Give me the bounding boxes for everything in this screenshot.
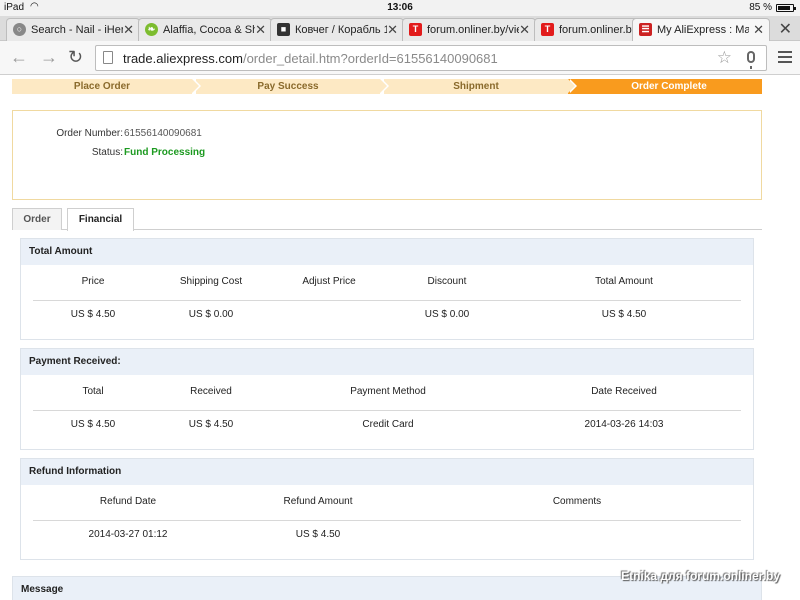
tab-order[interactable]: Order xyxy=(12,208,62,230)
battery-icon xyxy=(776,4,796,12)
column-header: Payment Method xyxy=(350,386,426,397)
browser-tab[interactable]: T forum.onliner.by/view ✕ xyxy=(402,18,536,41)
section-title: Payment Received: xyxy=(21,349,753,375)
divider xyxy=(33,520,741,521)
column-header: Total Amount xyxy=(595,276,653,287)
table-cell: 2014-03-27 01:12 xyxy=(88,529,168,540)
close-icon[interactable]: ✕ xyxy=(753,22,764,38)
column-header: Refund Date xyxy=(99,496,157,507)
browser-tab[interactable]: ❧ Alaffia, Cocoa & She ✕ xyxy=(138,18,272,41)
reload-icon[interactable]: ↻ xyxy=(68,47,83,68)
column-header: Received xyxy=(190,386,232,397)
table-cell: 2014-03-26 14:03 xyxy=(584,419,664,430)
divider xyxy=(33,410,741,411)
close-icon[interactable]: ✕ xyxy=(519,22,530,38)
column-header: Date Received xyxy=(591,386,657,397)
address-bar[interactable]: trade.aliexpress.com/order_detail.htm?or… xyxy=(95,45,767,71)
detail-tabs: Order Financial xyxy=(12,208,762,231)
section-title: Refund Information xyxy=(21,459,753,485)
browser-tab-active[interactable]: ☰ My AliExpress : Man ✕ xyxy=(632,18,770,42)
close-icon[interactable]: ✕ xyxy=(387,22,398,38)
order-status-value: Fund Processing xyxy=(124,147,206,158)
device-status-bar: iPad ◠ 13:06 85 % xyxy=(0,0,800,16)
clapper-icon: ■ xyxy=(277,23,290,36)
browser-tab-label: Alaffia, Cocoa & She xyxy=(163,24,255,36)
table-cell: US $ 4.50 xyxy=(188,419,234,430)
column-header: Discount xyxy=(427,276,467,287)
table-cell: US $ 4.50 xyxy=(601,309,647,320)
refund-information-section: Refund Information Refund Date Refund Am… xyxy=(20,458,754,560)
globe-icon: ○ xyxy=(13,23,26,36)
browser-tab-label: My AliExpress : Man xyxy=(657,24,749,36)
close-window-icon[interactable]: ✕ xyxy=(779,19,792,39)
onliner-icon: T xyxy=(409,23,422,36)
leaf-icon: ❧ xyxy=(145,23,158,36)
total-amount-section: Total Amount Price Shipping Cost Adjust … xyxy=(20,238,754,340)
column-header: Comments xyxy=(552,496,602,507)
onliner-icon: T xyxy=(541,23,554,36)
browser-tab-label: Search - Nail - iHerb xyxy=(31,24,123,36)
order-progress-steps: Place Order Pay Success Shipment Order C… xyxy=(12,79,762,94)
clock: 13:06 xyxy=(387,2,413,13)
payment-received-section: Payment Received: Total Received Payment… xyxy=(20,348,754,450)
divider xyxy=(33,300,741,301)
browser-tab-strip: ○ Search - Nail - iHerb ✕ ❧ Alaffia, Coc… xyxy=(0,16,800,42)
order-number-value: 61556140090681 xyxy=(124,128,202,139)
forward-icon[interactable]: → xyxy=(40,47,58,68)
step-order-complete: Order Complete xyxy=(568,79,762,94)
back-icon[interactable]: ← xyxy=(10,47,28,68)
browser-tab-label: forum.onliner.by/view xyxy=(427,24,519,36)
browser-tab[interactable]: ○ Search - Nail - iHerb ✕ xyxy=(6,18,140,41)
table-cell: US $ 0.00 xyxy=(424,309,470,320)
table-cell: Credit Card xyxy=(362,419,414,430)
close-icon[interactable]: ✕ xyxy=(123,22,134,38)
section-title: Total Amount xyxy=(21,239,753,265)
page-icon xyxy=(103,51,113,64)
browser-tab[interactable]: ■ Ковчег / Корабль 1 ✕ xyxy=(270,18,404,41)
battery-percent: 85 % xyxy=(749,2,772,13)
column-header: Refund Amount xyxy=(283,496,353,507)
close-icon[interactable]: ✕ xyxy=(255,22,266,38)
browser-toolbar: ← → ↻ trade.aliexpress.com/order_detail.… xyxy=(0,41,800,75)
bookmark-star-icon[interactable]: ☆ xyxy=(717,48,732,68)
tab-financial[interactable]: Financial xyxy=(67,208,134,231)
microphone-icon[interactable] xyxy=(747,51,755,69)
cart-icon: ☰ xyxy=(639,23,652,36)
table-cell: US $ 4.50 xyxy=(295,529,341,540)
step-place-order: Place Order xyxy=(12,79,201,94)
order-summary-box: Order Number: 61556140090681 Status: Fun… xyxy=(12,110,762,200)
url-text[interactable]: trade.aliexpress.com/order_detail.htm?or… xyxy=(123,51,498,66)
order-status-label: Status: xyxy=(91,147,123,158)
order-number-label: Order Number: xyxy=(56,128,123,139)
menu-icon[interactable] xyxy=(778,51,792,66)
step-shipment: Shipment xyxy=(384,79,577,94)
browser-tab-label: Ковчег / Корабль 1 xyxy=(295,24,387,36)
table-cell: US $ 0.00 xyxy=(188,309,234,320)
step-pay-success: Pay Success xyxy=(196,79,389,94)
watermark: Etnika для forum.onliner.by xyxy=(621,569,780,583)
